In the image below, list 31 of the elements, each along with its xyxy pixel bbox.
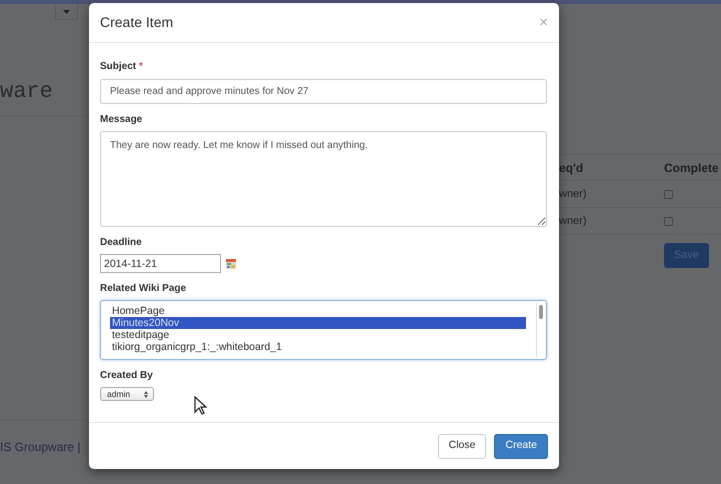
checkbox[interactable] xyxy=(664,216,673,226)
close-button[interactable]: Close xyxy=(438,434,486,458)
wiki-page-listbox[interactable]: HomePage Minutes20Nov testeditpage tikiorg_organicgrp_1:_:whiteboard_1 xyxy=(100,300,547,360)
table-cell-text: wner) xyxy=(559,186,588,202)
field-label: Related Wiki Page xyxy=(100,282,188,296)
calendar-icon[interactable] xyxy=(226,258,236,268)
column-header: Complete xyxy=(664,160,719,176)
list-option[interactable]: Minutes20Nov xyxy=(110,317,526,329)
list-option[interactable]: testeditpage xyxy=(110,329,526,341)
date-field[interactable]: 2014-11-21 xyxy=(100,254,221,273)
field-label: Created By xyxy=(100,369,154,383)
created-by-select[interactable]: admin xyxy=(100,387,154,401)
checkbox[interactable] xyxy=(664,190,673,198)
required-marker: * xyxy=(138,61,143,72)
field-label: Deadline xyxy=(100,236,143,250)
modal-title: Create Item xyxy=(100,13,174,32)
create-button[interactable]: Create xyxy=(494,434,548,458)
caret-icon xyxy=(63,10,70,14)
column-header: eq'd xyxy=(559,160,584,176)
list-option[interactable]: HomePage xyxy=(110,305,526,317)
footer-text: IS Groupware | xyxy=(0,440,80,454)
field-label: Subject xyxy=(100,61,136,72)
up-down-arrows-icon xyxy=(144,390,148,398)
scrollbar-thumb[interactable] xyxy=(538,305,542,319)
list-option[interactable]: tikiorg_organicgrp_1:_:whiteboard_1 xyxy=(110,341,526,353)
table-cell-text: wner) xyxy=(559,214,588,229)
message-field[interactable]: They are now ready. Let me know if I missed out anything. xyxy=(100,131,547,227)
subject-field[interactable]: Please read and approve minutes for Nov 27 xyxy=(100,79,547,104)
dropdown-button[interactable] xyxy=(55,4,78,20)
mouse-pointer-icon xyxy=(194,396,207,415)
field-label: Message xyxy=(100,113,144,127)
